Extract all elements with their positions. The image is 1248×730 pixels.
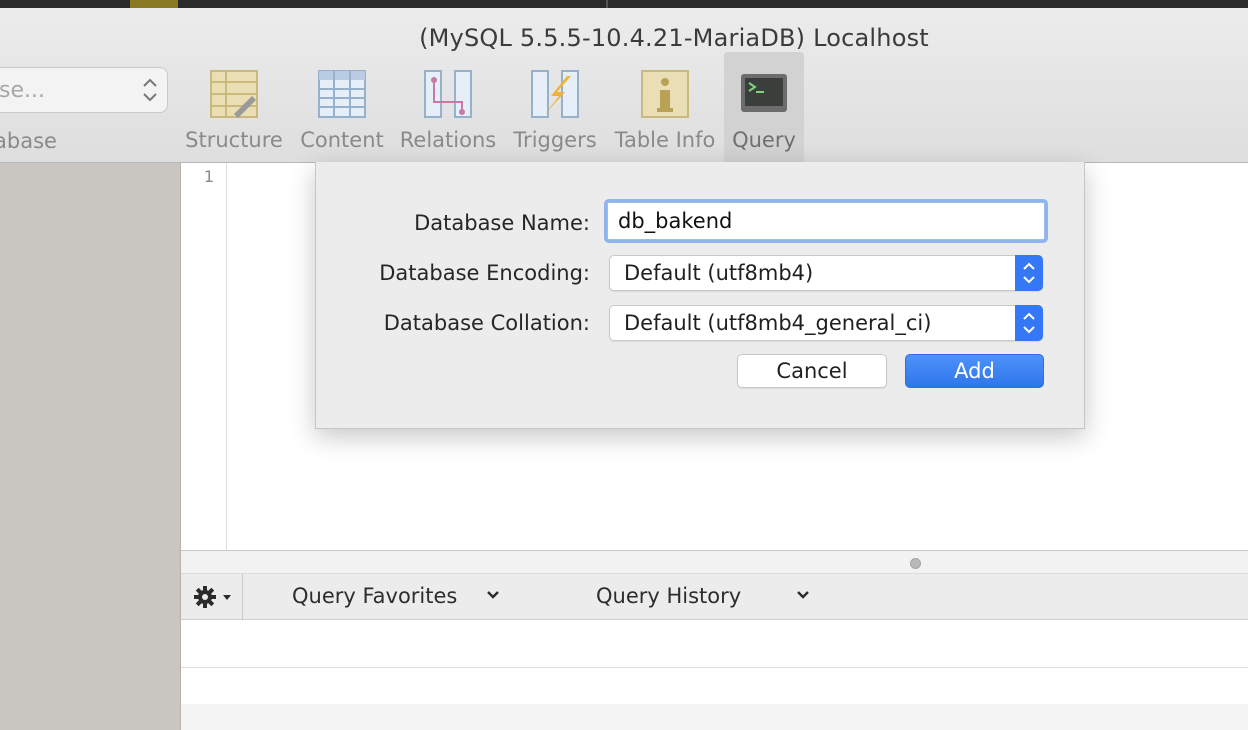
toolbar-relations-button[interactable]: Relations bbox=[398, 52, 498, 162]
cancel-button[interactable]: Cancel bbox=[737, 354, 887, 388]
database-collation-value: Default (utf8mb4_general_ci) bbox=[624, 311, 932, 335]
chevron-down-icon bbox=[487, 591, 499, 599]
query-bar: Query Favorites Query History bbox=[181, 574, 1248, 620]
query-favorites-label: Query Favorites bbox=[292, 584, 458, 608]
toolbar-triggers-button[interactable]: Triggers bbox=[509, 52, 601, 162]
toolbar-table-info-label: Table Info bbox=[614, 128, 716, 152]
query-icon bbox=[741, 74, 787, 112]
toolbar-structure-button[interactable]: Structure bbox=[184, 52, 284, 162]
query-bar-separator bbox=[242, 574, 243, 620]
database-name-field[interactable] bbox=[607, 202, 1045, 240]
database-select-placeholder: se... bbox=[0, 78, 45, 103]
toolbar-table-info-button[interactable]: Table Info bbox=[612, 52, 718, 162]
query-history-dropdown[interactable]: Query History bbox=[596, 584, 820, 608]
results-footer bbox=[181, 704, 1248, 730]
database-encoding-select[interactable]: Default (utf8mb4) bbox=[609, 255, 1043, 291]
up-down-chevron-icon bbox=[143, 78, 157, 102]
database-name-label: Database Name: bbox=[414, 211, 590, 235]
add-database-sheet: Database Name: Database Encoding: Defaul… bbox=[315, 162, 1085, 429]
database-collation-select[interactable]: Default (utf8mb4_general_ci) bbox=[609, 305, 1043, 341]
toolbar-query-label: Query bbox=[732, 128, 796, 152]
split-view-divider[interactable] bbox=[181, 550, 1248, 574]
window-toolbar: (MySQL 5.5.5-10.4.21-MariaDB) Localhost … bbox=[0, 8, 1248, 163]
gear-menu-icon[interactable] bbox=[193, 584, 237, 610]
up-down-chevron-icon bbox=[1023, 262, 1035, 284]
toolbar-content-button[interactable]: Content bbox=[297, 52, 387, 162]
database-encoding-label: Database Encoding: bbox=[379, 261, 590, 285]
query-history-label: Query History bbox=[596, 584, 742, 608]
encoding-stepper bbox=[1015, 255, 1043, 291]
chevron-down-icon bbox=[797, 591, 809, 599]
database-select-label: abase bbox=[0, 129, 57, 153]
window-title: (MySQL 5.5.5-10.4.21-MariaDB) Localhost bbox=[419, 24, 929, 52]
query-results-area bbox=[181, 620, 1248, 730]
structure-icon bbox=[210, 70, 258, 118]
line-number: 1 bbox=[203, 167, 214, 186]
triggers-icon bbox=[531, 70, 579, 118]
database-encoding-value: Default (utf8mb4) bbox=[624, 261, 814, 285]
relations-icon bbox=[424, 70, 472, 118]
results-row-divider bbox=[181, 667, 1248, 668]
toolbar-triggers-label: Triggers bbox=[513, 128, 597, 152]
line-number-gutter: 1 bbox=[181, 163, 227, 551]
background-window-strip bbox=[0, 0, 1248, 8]
content-icon bbox=[318, 70, 366, 118]
query-favorites-dropdown[interactable]: Query Favorites bbox=[292, 584, 516, 608]
toolbar-content-label: Content bbox=[300, 128, 384, 152]
toolbar-structure-label: Structure bbox=[185, 128, 283, 152]
database-sidebar bbox=[0, 163, 181, 730]
add-button[interactable]: Add bbox=[905, 354, 1044, 388]
database-collation-label: Database Collation: bbox=[383, 311, 590, 335]
toolbar-relations-label: Relations bbox=[399, 128, 497, 152]
splitter-handle[interactable] bbox=[910, 558, 921, 569]
up-down-chevron-icon bbox=[1023, 312, 1035, 334]
collation-stepper bbox=[1015, 305, 1043, 341]
table-info-icon bbox=[641, 70, 689, 118]
toolbar-query-button[interactable]: Query bbox=[724, 52, 804, 162]
database-select[interactable]: se... bbox=[0, 67, 168, 113]
